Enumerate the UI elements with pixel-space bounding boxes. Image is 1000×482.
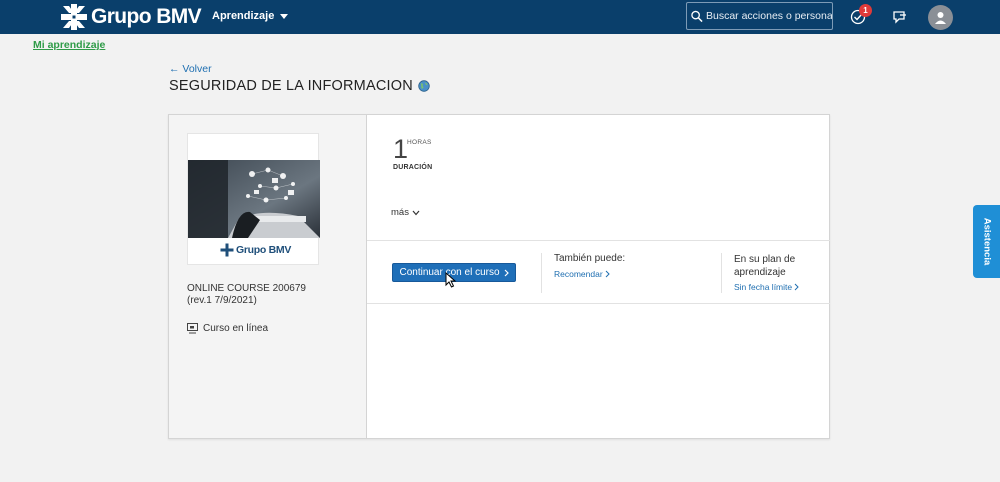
- no-deadline-label: Sin fecha límite: [734, 282, 793, 292]
- learning-plan-title: En su plan de aprendizaje: [734, 254, 796, 278]
- more-toggle[interactable]: más: [391, 207, 420, 218]
- course-code-text: ONLINE COURSE 200679: [187, 283, 306, 294]
- nav-menu-label: Aprendizaje: [212, 10, 275, 22]
- divider: [721, 253, 722, 293]
- thumbnail-brand-text: Grupo BMV: [236, 244, 292, 256]
- course-card: Grupo BMV ONLINE COURSE 200679 (rev.1 7/…: [168, 114, 830, 439]
- course-thumbnail: Grupo BMV: [187, 133, 320, 265]
- page-title-text: SEGURIDAD DE LA INFORMACION: [169, 78, 413, 94]
- search-input[interactable]: [706, 10, 832, 22]
- divider: [541, 253, 542, 293]
- mouse-cursor-icon: [445, 272, 457, 288]
- search-icon: [691, 10, 703, 22]
- course-actions: Continuar con el curso También puede: Re…: [367, 240, 830, 304]
- assistance-tab[interactable]: Asistencia: [973, 205, 1000, 278]
- online-course-icon: [187, 323, 198, 334]
- chevron-right-icon: [605, 270, 610, 278]
- top-navigation-bar: Grupo BMV Aprendizaje 1: [0, 0, 1000, 34]
- notification-badge: 1: [859, 4, 872, 17]
- brand-name: Grupo BMV: [91, 5, 202, 28]
- bmv-logo-icon: [220, 243, 234, 257]
- no-deadline-link[interactable]: Sin fecha límite: [734, 282, 799, 292]
- duration-value: 1: [393, 134, 409, 164]
- chevron-right-icon: [794, 283, 799, 291]
- page-title: SEGURIDAD DE LA INFORMACION: [169, 78, 430, 94]
- brand-logo[interactable]: Grupo BMV: [60, 3, 202, 31]
- chevron-down-icon: [280, 13, 289, 19]
- assistance-tab-label: Asistencia: [981, 217, 992, 266]
- recommend-label: Recomendar: [554, 269, 603, 279]
- nav-menu-aprendizaje[interactable]: Aprendizaje: [212, 10, 289, 22]
- user-icon: [935, 12, 946, 24]
- avatar[interactable]: [928, 5, 953, 30]
- chevron-down-icon: [412, 210, 420, 215]
- feedback-icon[interactable]: [891, 8, 909, 26]
- course-code: ONLINE COURSE 200679 (rev.1 7/9/2021): [187, 283, 357, 307]
- also-can-title: También puede:: [554, 253, 626, 264]
- duration-label: DURACIÓN: [393, 164, 433, 171]
- course-revision: (rev.1 7/9/2021): [187, 295, 257, 306]
- bmv-logo-icon: [61, 4, 87, 30]
- duration-unit: HORAS: [407, 139, 432, 146]
- breadcrumb[interactable]: Mi aprendizaje: [33, 39, 105, 51]
- more-label: más: [391, 207, 409, 218]
- course-format-label: Curso en línea: [203, 323, 269, 334]
- course-summary-panel: Grupo BMV ONLINE COURSE 200679 (rev.1 7/…: [169, 115, 367, 438]
- course-thumbnail-photo: [188, 160, 320, 238]
- chevron-right-icon: [504, 269, 509, 276]
- back-link[interactable]: ← Volver: [169, 63, 212, 75]
- thumbnail-brand: Grupo BMV: [220, 243, 291, 257]
- recommend-link[interactable]: Recomendar: [554, 269, 610, 279]
- course-format: Curso en línea: [187, 323, 268, 334]
- search-box[interactable]: [686, 2, 833, 30]
- globe-icon: [418, 80, 430, 92]
